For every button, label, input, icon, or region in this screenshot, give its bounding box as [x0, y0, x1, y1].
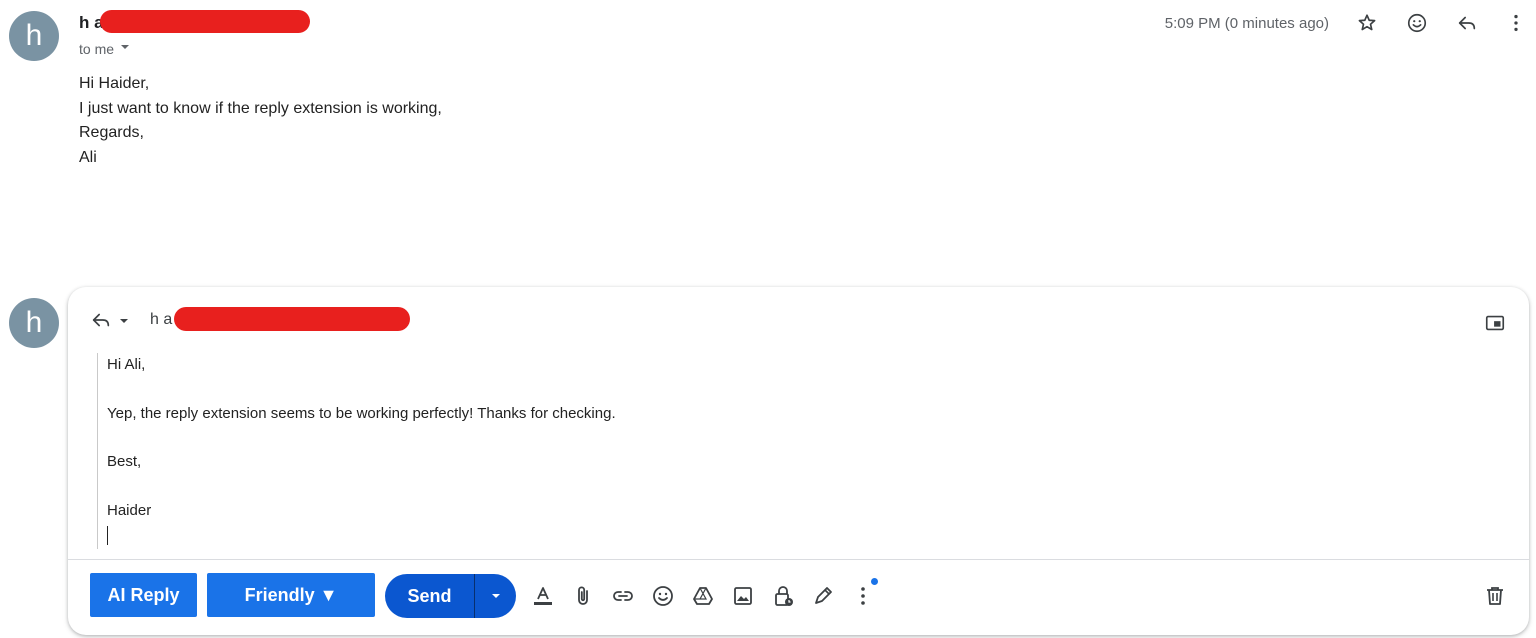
body-line: Hi Haider, — [79, 75, 150, 92]
attach-icon[interactable] — [570, 583, 596, 609]
more-options-icon[interactable] — [850, 583, 876, 609]
chevron-down-icon — [118, 40, 132, 57]
message-body: Hi Haider, I just want to know if the re… — [79, 72, 442, 170]
trash-icon[interactable] — [1482, 583, 1508, 609]
editor-line: Haider — [107, 501, 152, 519]
chevron-down-icon — [118, 314, 130, 332]
chevron-down-icon — [491, 594, 500, 598]
more-vert-icon[interactable] — [1502, 9, 1530, 37]
redaction-mark — [174, 307, 410, 331]
recipient-details-toggle[interactable]: to me — [79, 40, 132, 57]
avatar-letter: h — [25, 306, 43, 339]
send-button[interactable]: Send — [385, 574, 474, 618]
photo-icon[interactable] — [730, 583, 756, 609]
emoji-react-icon[interactable] — [1403, 9, 1431, 37]
reply-avatar: h — [9, 298, 59, 348]
emoji-icon[interactable] — [650, 583, 676, 609]
signature-pen-icon[interactable] — [810, 583, 836, 609]
avatar-letter: h — [25, 19, 43, 52]
body-line: Ali — [79, 148, 97, 166]
reply-type-dropdown[interactable] — [90, 309, 130, 336]
editor-line: Hi Ali, — [107, 356, 146, 373]
message-timestamp: 5:09 PM (0 minutes ago) — [1164, 15, 1329, 32]
editor-caret-line — [107, 523, 1507, 547]
sender-avatar[interactable]: h — [9, 11, 59, 61]
notification-dot — [871, 578, 878, 585]
reply-composer: h a Hi Ali, Yep, the reply extension see… — [68, 287, 1529, 635]
reply-editor[interactable]: Hi Ali, Yep, the reply extension seems t… — [97, 353, 1507, 549]
tone-dropdown-button[interactable]: Friendly ▼ — [207, 573, 375, 617]
confidential-lock-icon[interactable] — [770, 583, 796, 609]
reply-icon[interactable] — [1453, 9, 1481, 37]
toolbar-divider — [68, 559, 1529, 560]
link-icon[interactable] — [610, 583, 636, 609]
recipient-field[interactable]: h a — [150, 311, 172, 329]
redaction-mark — [100, 10, 310, 33]
send-button-group: Send — [385, 574, 516, 618]
ai-reply-button[interactable]: AI Reply — [90, 573, 197, 617]
body-line: Regards, — [79, 124, 144, 141]
star-icon[interactable] — [1353, 9, 1381, 37]
popout-icon[interactable] — [1483, 311, 1507, 335]
send-options-button[interactable] — [475, 574, 516, 618]
text-caret — [107, 525, 108, 545]
reply-icon — [90, 309, 112, 336]
editor-line: Best, — [107, 453, 142, 471]
body-line: I just want to know if the reply extensi… — [79, 99, 442, 117]
drive-icon[interactable] — [690, 583, 716, 609]
to-me-label: to me — [79, 40, 115, 57]
editor-line: Yep, the reply extension seems to be wor… — [107, 404, 616, 422]
text-format-icon[interactable] — [530, 583, 556, 609]
